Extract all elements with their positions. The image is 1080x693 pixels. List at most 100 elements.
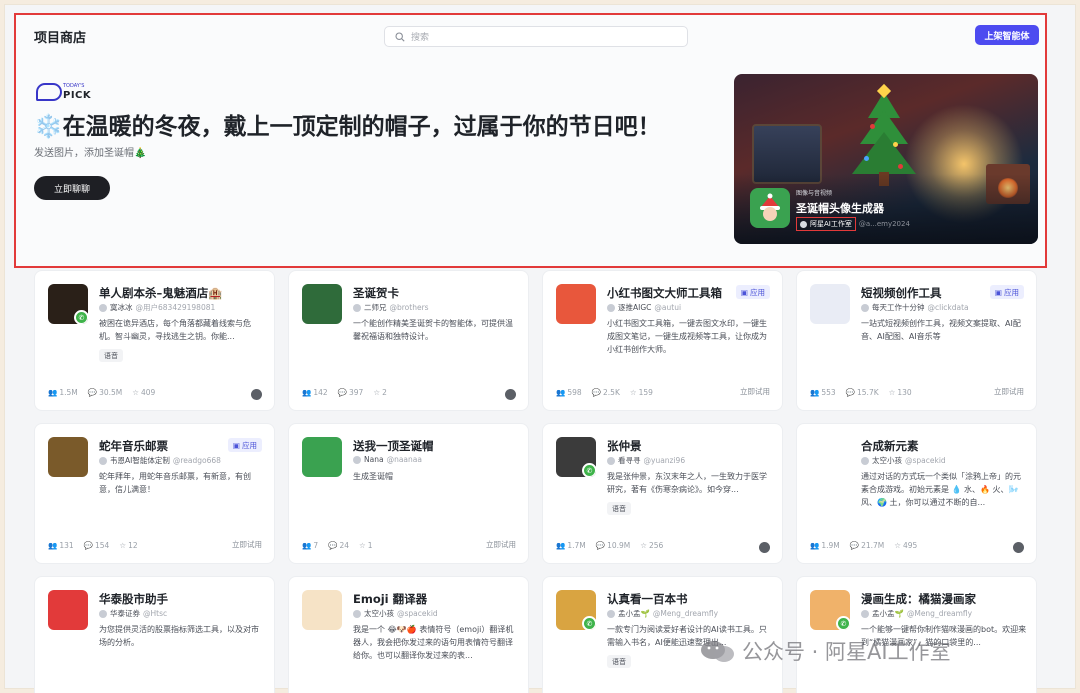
agent-card[interactable]: 小红书图文大师工具箱 ▣ 应用 逐推AIGC @autui 小红书图文工具箱，一键去图文水… [542, 270, 783, 411]
agent-card[interactable]: 合成新元素太空小孩 @spacekid 通过对话的方式玩一个类似「涂鸦上帝」的元素合… [796, 423, 1037, 564]
author-avatar-icon [861, 609, 869, 618]
favorites-icon: ☆ [888, 388, 896, 397]
card-title: 合成新元素 [861, 439, 919, 453]
card-description: 通过对话的方式玩一个类似「涂鸦上帝」的元素合成游戏。初始元素是 💧 水、🔥 火、… [861, 472, 1021, 507]
card-author[interactable]: 孟小孟🌱 @Meng_dreamfly [607, 608, 718, 619]
agent-card[interactable]: ✆ 漫画生成：橘猫漫画家 孟小孟🌱 @Meng_dreamfly 一个能够一键帮你制作猫… [796, 576, 1037, 693]
card-title: 单人剧本杀–鬼魅酒店🏨 [99, 286, 223, 300]
banner-author[interactable]: 阿星AI工作室 @a...emy2024 [796, 217, 910, 231]
card-stats: 👥 1.7M 💬 10.9M ☆ 256 [556, 541, 663, 550]
stat-1: 💬 21.7M [849, 541, 885, 550]
card-description: 生成圣诞帽 [353, 472, 393, 481]
chats-icon: 💬 [595, 541, 606, 550]
card-author[interactable]: 寞冰冰 @用户683429198081 [99, 302, 215, 313]
watermark: 公众号 · 阿星AI工作室 [700, 636, 951, 666]
agent-card[interactable]: ✆ 认真看一百本书 孟小孟🌱 @Meng_dreamfly 一款专门为阅读爱好者设计的A… [542, 576, 783, 693]
stat-2: ☆ 159 [629, 388, 653, 397]
stat-1: 💬 2.5K [591, 388, 620, 397]
card-author[interactable]: 太空小孩 @spacekid [353, 608, 438, 619]
card-description: 蛇年拜年，用蛇年音乐邮票，有新意，有创意，信儿满意！ [99, 472, 251, 494]
card-stats: 👥 7 💬 24 ☆ 1 [302, 541, 373, 550]
card-stats: 👥 553 💬 15.7K ☆ 130 [810, 388, 912, 397]
wechat-icon [701, 641, 734, 662]
card-title: Emoji 翻译器 [353, 592, 428, 606]
try-now-link[interactable]: 立即试用 [740, 386, 770, 397]
favorites-icon: ☆ [373, 388, 381, 397]
favorites-icon: ☆ [894, 541, 901, 550]
agent-card[interactable]: 蛇年音乐邮票 ▣ 应用 韦恩AI智能体定制 @readgo668 蛇年拜年，用蛇年音乐邮票… [34, 423, 275, 564]
zhang-zhongjing-icon: ✆ [556, 437, 596, 477]
author-avatar-icon [99, 609, 107, 618]
card-description: 我是一个 😂🐶🍎 表情符号（emoji）翻译机器人，我会把你发过来的语句用表情符… [353, 625, 514, 660]
emoji-translator-icon [302, 590, 342, 630]
phone-icon: ✆ [836, 616, 850, 630]
stat-2: ☆ 256 [640, 541, 664, 550]
card-author[interactable]: 韦恩AI智能体定制 @readgo668 [99, 455, 221, 466]
stat-0: 👥 598 [556, 388, 582, 397]
card-description: 一个能创作精美圣诞贺卡的智能体，可提供温馨祝福语和独特设计。 [353, 319, 513, 341]
phone-icon: ✆ [74, 310, 88, 324]
card-author[interactable]: 看寻寻 @yuanzi96 [607, 455, 685, 466]
card-description: 我是张仲景，东汉末年之人，一生致力于医学研究，著有《伤寒杂病论》。如今穿... [607, 472, 767, 494]
christmas-card-icon [302, 284, 342, 324]
search-input[interactable]: 搜索 [384, 26, 688, 47]
stat-0: 👥 553 [810, 388, 836, 397]
card-stats: 👥 1.9M 💬 21.7M ☆ 495 [810, 541, 917, 550]
chats-icon: 💬 [591, 388, 602, 397]
publish-agent-button[interactable]: 上架智能体 [975, 25, 1039, 45]
stat-2: ☆ 409 [132, 388, 156, 397]
agent-card-grid: ✆ 单人剧本杀–鬼魅酒店🏨 寞冰冰 @用户683429198081 被困在诡异酒店，每个… [34, 270, 1038, 693]
card-author[interactable]: 二师兄 @brothers [353, 302, 429, 313]
users-icon: 👥 [810, 541, 820, 550]
agent-card[interactable]: ✆ 张仲景看寻寻 @yuanzi96 我是张仲景，东汉末年之人，一生致力于医学研究，著… [542, 423, 783, 564]
card-title: 认真看一百本书 [607, 592, 688, 606]
stat-0: 👥 7 [302, 541, 319, 550]
users-icon: 👥 [48, 541, 58, 550]
card-description: 为您提供灵活的股票指标筛选工具，以及对市场的分析。 [99, 625, 259, 647]
agent-card[interactable]: 送我一顶圣诞帽 Nana @naanaa 生成圣诞帽 👥 7 💬 24 ☆ 1 立即试用 [288, 423, 529, 564]
stat-2: ☆ 12 [119, 541, 138, 550]
author-avatar-icon [800, 220, 807, 228]
author-avatar-icon [99, 456, 107, 465]
snake-stamp-icon [48, 437, 88, 477]
short-video-icon [810, 284, 850, 324]
try-now-link[interactable]: 立即试用 [486, 539, 516, 550]
favorites-icon: ☆ [132, 388, 139, 397]
featured-banner[interactable]: 图像与音视频 圣诞帽头像生成器 阿星AI工作室 @a...emy2024 [734, 74, 1038, 244]
agent-card[interactable]: 短视频创作工具 ▣ 应用 每天工作十分钟 @clickdata 一站式短视频创作工具，视频… [796, 270, 1037, 411]
users-icon: 👥 [556, 388, 566, 397]
capability-icons [759, 542, 770, 553]
phone-icon: ✆ [582, 463, 596, 477]
todays-pick-logo: TODAY'S PICK [36, 83, 91, 103]
chat-now-button[interactable]: 立即聊聊 [34, 176, 110, 200]
author-avatar-icon [607, 456, 615, 465]
agent-card[interactable]: 圣诞贺卡 二师兄 @brothers 一个能创作精美圣诞贺卡的智能体，可提供温馨祝福语… [288, 270, 529, 411]
card-author[interactable]: 每天工作十分钟 @clickdata [861, 302, 969, 313]
banner-author-highlight: 阿星AI工作室 [796, 217, 856, 231]
users-icon: 👥 [302, 541, 312, 550]
stat-1: 💬 397 [337, 388, 364, 397]
author-avatar-icon [861, 456, 869, 465]
haunted-hotel-icon: ✆ [48, 284, 88, 324]
stat-2: ☆ 2 [373, 388, 387, 397]
card-title: 张仲景 [607, 439, 642, 453]
favorites-icon: ☆ [640, 541, 647, 550]
card-title: 送我一顶圣诞帽 [353, 439, 434, 453]
page-title: 项目商店 [34, 31, 87, 46]
card-author[interactable]: 逐推AIGC @autui [607, 302, 681, 313]
banner-category: 图像与音视频 [796, 190, 833, 197]
agent-card[interactable]: Emoji 翻译器 太空小孩 @spacekid 我是一个 😂🐶🍎 表情符号（emoj… [288, 576, 529, 693]
card-author[interactable]: 太空小孩 @spacekid [861, 455, 946, 466]
phone-icon: ✆ [582, 616, 596, 630]
card-author[interactable]: Nana @naanaa [353, 455, 422, 464]
book-reading-icon: ✆ [556, 590, 596, 630]
try-now-link[interactable]: 立即试用 [232, 539, 262, 550]
avatar-icon [251, 389, 262, 400]
agent-card[interactable]: ✆ 单人剧本杀–鬼魅酒店🏨 寞冰冰 @用户683429198081 被困在诡异酒店，每个… [34, 270, 275, 411]
try-now-link[interactable]: 立即试用 [994, 386, 1024, 397]
card-author[interactable]: 孟小孟🌱 @Meng_dreamfly [861, 608, 972, 619]
card-author[interactable]: 华泰证券 @Htsc [99, 608, 167, 619]
app-tag: ▣ 应用 [227, 438, 262, 452]
card-title: 华泰股市助手 [99, 592, 168, 606]
agent-card[interactable]: 华泰股市助手 华泰证券 @Htsc 为您提供灵活的股票指标筛选工具，以及对市场的分析。 [34, 576, 275, 693]
